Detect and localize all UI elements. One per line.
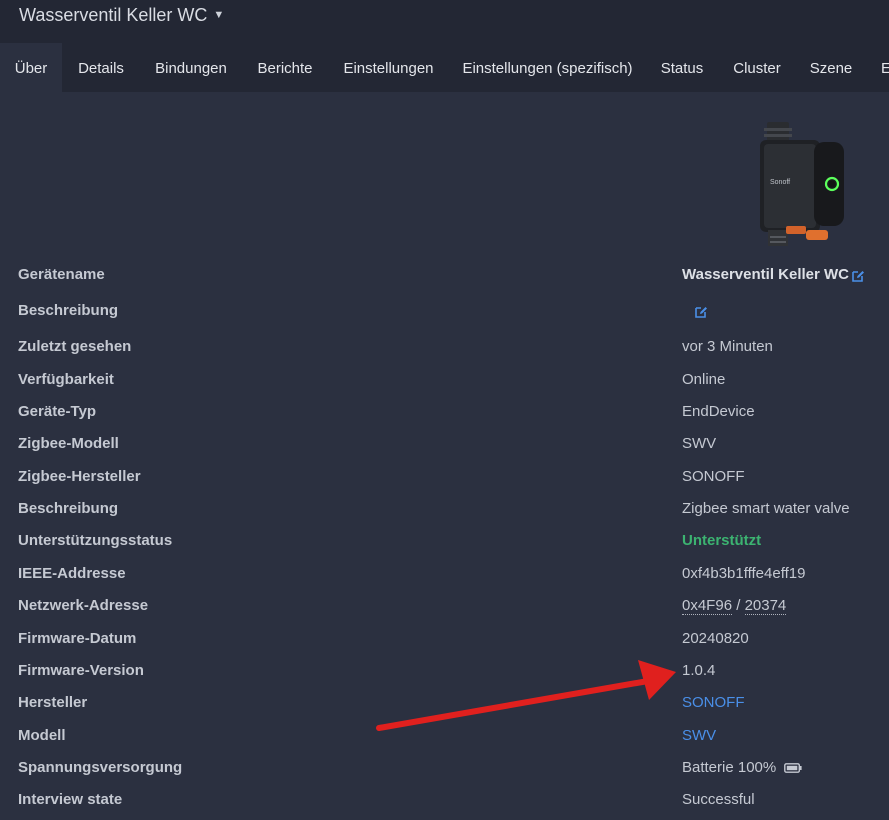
value-netzwerk-adresse: 0x4F96 / 20374 [682,591,787,621]
label-modell: Modell [18,727,66,744]
label-zigbee-hersteller: Zigbee-Hersteller [18,468,141,485]
row-zuletzt-gesehen: Zuletzt gesehen vor 3 Minuten [0,332,889,362]
label-ieee-addresse: IEEE-Addresse [18,565,126,582]
tab-bindungen[interactable]: Bindungen [140,43,242,92]
label-firmware-version: Firmware-Version [18,662,144,679]
value-geraetename: Wasserventil Keller WC [682,266,849,283]
row-netzwerk-adresse: Netzwerk-Adresse 0x4F96 / 20374 [0,591,889,621]
value-zigbee-modell: SWV [682,435,717,452]
tab-ueber[interactable]: Über [0,43,62,92]
title-bar: Wasserventil Keller WC ▼ [0,0,889,43]
value-interview-state: Successful [682,791,755,808]
label-geraetename: Gerätename [18,266,105,283]
tab-einstellungen-spezifisch[interactable]: Einstellungen (spezifisch) [449,43,646,92]
device-title: Wasserventil Keller WC [19,5,208,25]
label-geraete-typ: Geräte-Typ [18,403,97,420]
value-spannungsversorgung: Batterie 100% [682,753,802,783]
value-geraete-typ: EndDevice [682,403,755,420]
row-geraetename: Gerätename Wasserventil Keller WC [0,260,889,290]
row-verfuegbarkeit: Verfügbarkeit Online [0,365,889,395]
row-interview-state: Interview state Successful [0,785,889,815]
row-firmware-datum: Firmware-Datum 20240820 [0,624,889,654]
device-image: Sonoff [760,122,844,246]
value-ieee-addresse: 0xf4b3b1fffe4eff19 [682,565,806,582]
label-firmware-datum: Firmware-Datum [18,630,137,647]
device-title-dropdown[interactable]: Wasserventil Keller WC ▼ [19,5,224,26]
link-hersteller[interactable]: SONOFF [682,688,745,718]
label-unterstuetzungsstatus: Unterstützungsstatus [18,532,173,549]
svg-text:Sonoff: Sonoff [770,179,790,186]
row-beschreibung: Beschreibung Zigbee smart water valve [0,494,889,524]
battery-icon [784,763,802,773]
value-verfuegbarkeit: Online [682,371,726,388]
tab-bar: Über Details Bindungen Berichte Einstell… [0,43,889,92]
status-badge: Unterstützt [682,532,762,549]
label-netzwerk-adresse: Netzwerk-Adresse [18,597,149,614]
red-arrow-annotation [376,660,676,731]
label-interview-state: Interview state [18,791,123,808]
tab-details[interactable]: Details [62,43,140,92]
power-text: Batterie 100% [682,759,777,776]
tab-einstellungen[interactable]: Einstellungen [328,43,449,92]
value-firmware-datum: 20240820 [682,630,749,647]
tab-more[interactable]: E [874,43,889,92]
row-spannungsversorgung: Spannungsversorgung Batterie 100% [0,753,889,783]
chevron-down-icon: ▼ [213,9,225,21]
label-zuletzt-gesehen: Zuletzt gesehen [18,338,132,355]
label-hersteller: Hersteller [18,694,88,711]
tab-szene[interactable]: Szene [796,43,866,92]
network-address-hex: 0x4F96 [682,597,733,615]
row-unterstuetzungsstatus: Unterstützungsstatus Unterstützt [0,526,889,556]
network-address-dec: 20374 [744,597,787,615]
row-ieee-addresse: IEEE-Addresse 0xf4b3b1fffe4eff19 [0,559,889,589]
edit-icon[interactable] [851,269,865,283]
row-geraete-typ: Geräte-Typ EndDevice [0,397,889,427]
value-zuletzt-gesehen: vor 3 Minuten [682,338,773,355]
value-zigbee-hersteller: SONOFF [682,468,745,485]
label-beschreibung-edit: Beschreibung [18,302,119,319]
edit-icon[interactable] [694,305,708,319]
network-address-separator: / [732,597,745,614]
label-verfuegbarkeit: Verfügbarkeit [18,371,114,388]
tab-status[interactable]: Status [646,43,718,92]
row-zigbee-hersteller: Zigbee-Hersteller SONOFF [0,462,889,492]
tab-cluster[interactable]: Cluster [718,43,796,92]
value-beschreibung: Zigbee smart water valve [682,500,850,517]
label-spannungsversorgung: Spannungsversorgung [18,759,183,776]
tab-berichte[interactable]: Berichte [242,43,328,92]
label-beschreibung: Beschreibung [18,500,119,517]
row-beschreibung-edit: Beschreibung [0,296,889,326]
label-zigbee-modell: Zigbee-Modell [18,435,119,452]
row-zigbee-modell: Zigbee-Modell SWV [0,429,889,459]
